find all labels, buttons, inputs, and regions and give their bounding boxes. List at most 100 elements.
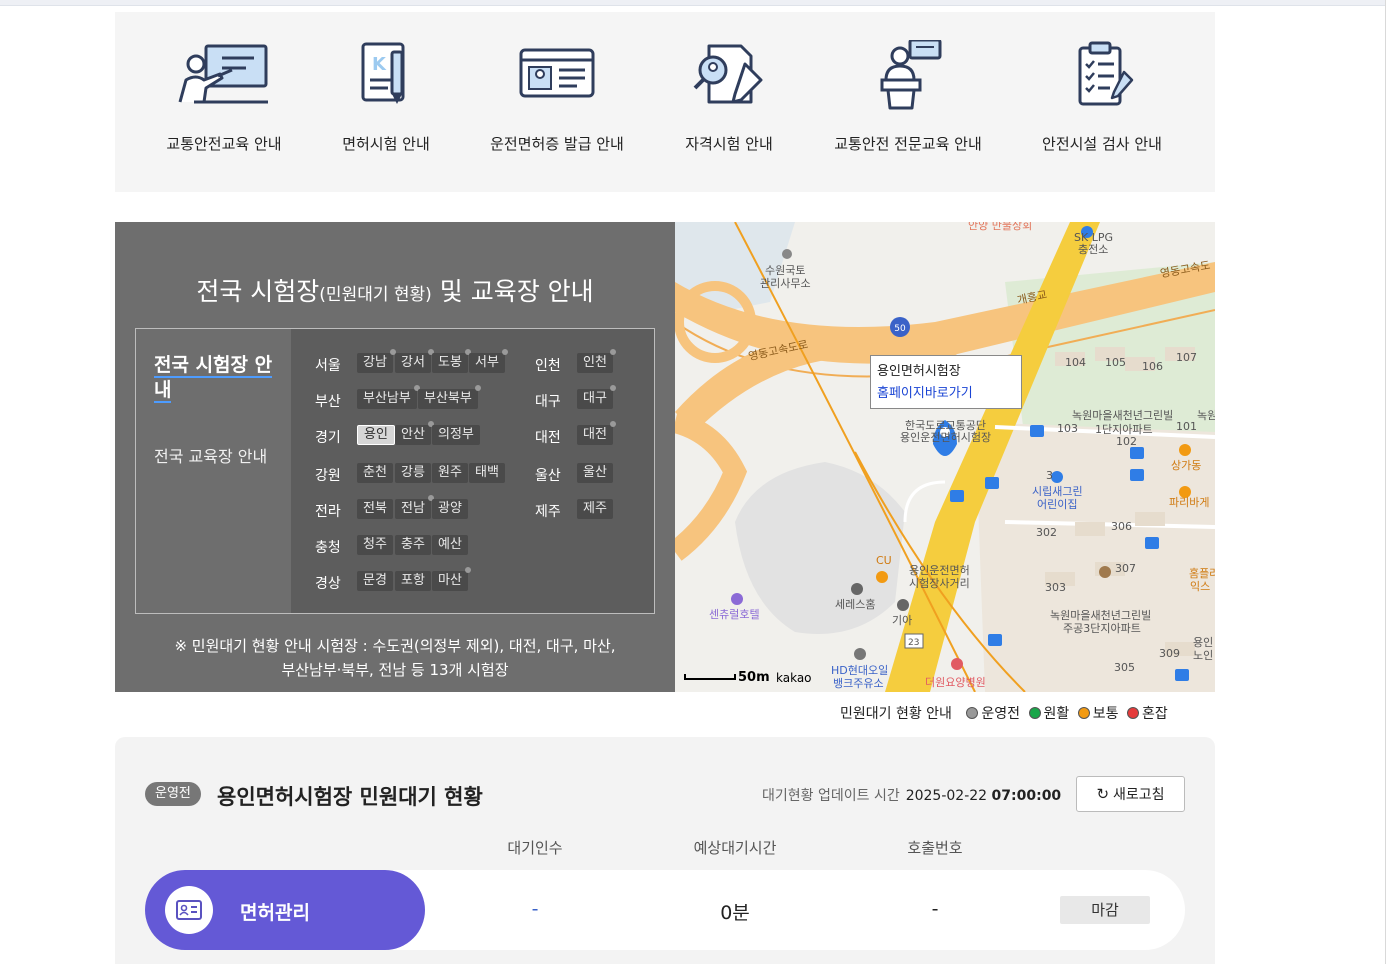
id-card-icon	[519, 48, 595, 98]
site-dobong[interactable]: 도봉	[432, 349, 471, 373]
teacher-board-icon	[178, 44, 268, 104]
note-line-2: 부산남부·북부, 전남 등 13개 시험장	[281, 661, 509, 679]
service-professional-education[interactable]: 교통안전 전문교육 안내	[813, 12, 1003, 192]
site-label: 강릉	[401, 465, 425, 480]
map-label: 3	[1046, 469, 1053, 482]
legend-label: 보통	[1092, 706, 1119, 722]
status-badge: 운영전	[145, 782, 201, 806]
map-label: 노인	[1193, 649, 1214, 662]
kakao-logo: kakao	[776, 671, 812, 685]
map-label: 센츄럴호텔	[709, 608, 760, 621]
kakao-map[interactable]: 50 안양 만물상회 SK LPG 충전소 수원국토 관리사무소 영동고속도 개…	[675, 222, 1215, 692]
site-pohang[interactable]: 포항	[395, 571, 431, 591]
service-menu: 교통안전교육 안내 K 면허시험 안내 운전면허증 발급 안내 자격시험 안내 …	[115, 12, 1215, 192]
map-label: 303	[1045, 581, 1066, 594]
closed-badge: 마감	[1060, 896, 1150, 924]
site-menu: 전국 시험장 안내 전국 교육장 안내	[136, 329, 291, 613]
map-label: 안양 만물상회	[968, 222, 1033, 232]
service-qualification-exam[interactable]: 자격시험 안내	[634, 12, 824, 192]
map-label: 305	[1114, 661, 1135, 674]
site-wonju[interactable]: 원주	[432, 463, 468, 483]
site-yongin[interactable]: 용인	[357, 425, 395, 445]
map-label: HD현대오일	[831, 664, 889, 677]
col-wait-time: 예상대기시간	[693, 839, 777, 857]
service-label: 운전면허증 발급 안내	[490, 135, 624, 153]
site-label: 안산	[401, 427, 425, 442]
homepage-link[interactable]: 홈페이지바로가기	[877, 383, 1015, 405]
map-label: 106	[1142, 360, 1163, 373]
site-jeju[interactable]: 제주	[577, 499, 613, 519]
site-label: 서부	[475, 355, 499, 370]
service-facility-inspection[interactable]: 안전시설 검사 안내	[1007, 12, 1197, 192]
map-label: 어린이집	[1037, 498, 1078, 511]
svg-text:K: K	[372, 54, 387, 75]
site-daejeon[interactable]: 대전	[577, 421, 616, 445]
site-gangneung[interactable]: 강릉	[395, 463, 431, 483]
orange-dot-icon	[1077, 707, 1090, 719]
site-chungju[interactable]: 충주	[395, 535, 431, 555]
service-pill: 면허관리	[145, 870, 425, 950]
refresh-button[interactable]: ↻ 새로고침	[1076, 776, 1185, 812]
site-label: 강남	[363, 355, 387, 370]
site-ansan[interactable]: 안산	[395, 421, 434, 445]
legend-before-operation: 운영전	[966, 706, 1020, 722]
service-name: 면허관리	[240, 902, 310, 924]
site-jeonbuk[interactable]: 전북	[357, 499, 393, 519]
site-gangseo[interactable]: 강서	[395, 349, 434, 373]
site-incheon[interactable]: 인천	[577, 349, 616, 373]
region-busan: 부산	[315, 394, 341, 410]
site-label: 전남	[401, 501, 425, 516]
legend-crowded: 혼잡	[1126, 706, 1168, 722]
site-uijeongbu[interactable]: 의정부	[432, 425, 480, 445]
region-seoul: 서울	[315, 358, 341, 374]
map-label: 107	[1176, 351, 1197, 364]
site-gangnam[interactable]: 강남	[357, 349, 396, 373]
panel-title: 전국 시험장(민원대기 현황) 및 교육장 안내	[115, 272, 675, 308]
region-jeolla: 전라	[315, 504, 341, 520]
service-label: 안전시설 검사 안내	[1042, 135, 1162, 153]
site-seobu[interactable]: 서부	[469, 349, 508, 373]
service-license-exam[interactable]: K 면허시험 안내	[291, 12, 481, 192]
region-gangwon: 강원	[315, 468, 341, 484]
site-yesan[interactable]: 예산	[432, 535, 468, 555]
map-label: 시립새그린	[1032, 485, 1083, 498]
site-label: 예산	[438, 537, 462, 552]
waiting-count: -	[531, 898, 539, 920]
update-time: 대기현황 업데이트 시간 2025-02-22 07:00:00	[762, 785, 1061, 805]
menu-education-sites[interactable]: 전국 교육장 안내	[154, 445, 274, 469]
site-label: 인천	[583, 355, 607, 370]
map-label: CU	[876, 554, 892, 567]
map-label: 관리사무소	[760, 277, 811, 290]
status-dot	[609, 421, 616, 427]
site-mungyeong[interactable]: 문경	[357, 571, 393, 591]
site-ulsan[interactable]: 울산	[577, 463, 613, 483]
service-license-issue[interactable]: 운전면허증 발급 안내	[462, 12, 652, 192]
map-label: 용인운전면허시험장	[900, 431, 992, 444]
map-label: 상가동	[1171, 459, 1202, 472]
status-dot	[609, 349, 616, 355]
site-masan[interactable]: 마산	[432, 567, 471, 591]
waiting-status: 운영전 용인면허시험장 민원대기 현황 대기현황 업데이트 시간 2025-02-…	[115, 737, 1215, 964]
lecturer-podium-icon	[880, 40, 942, 110]
title-main: 전국 시험장	[196, 277, 320, 306]
panel-note: ※ 민원대기 현황 안내 시험장 : 수도권(의정부 제외), 대전, 대구, …	[115, 634, 675, 682]
region-jeju: 제주	[535, 504, 561, 520]
site-busan-north[interactable]: 부산북부	[418, 385, 481, 409]
site-cheongju[interactable]: 청주	[357, 535, 393, 555]
region-grid: 서울 강남 강서 도봉 서부 부산 부산남부 부산북부 경기 용인 안산 의정부…	[291, 329, 654, 613]
top-border	[0, 0, 1386, 6]
green-dot-icon	[1028, 707, 1041, 719]
map-label: 306	[1111, 520, 1132, 533]
map-label: 익스	[1190, 580, 1211, 593]
site-chuncheon[interactable]: 춘천	[357, 463, 393, 483]
map-label: 105	[1105, 356, 1126, 369]
site-busan-south[interactable]: 부산남부	[357, 385, 420, 409]
site-daegu[interactable]: 대구	[577, 385, 616, 409]
site-taebaek[interactable]: 태백	[469, 463, 505, 483]
menu-test-sites[interactable]: 전국 시험장 안내	[154, 353, 274, 403]
site-jeonnam[interactable]: 전남	[395, 495, 434, 519]
site-gwangyang[interactable]: 광양	[432, 499, 468, 519]
site-label: 대구	[583, 391, 607, 406]
map-infowindow: 용인면허시험장 홈페이지바로가기	[870, 355, 1022, 409]
site-label: 포항	[401, 573, 425, 588]
